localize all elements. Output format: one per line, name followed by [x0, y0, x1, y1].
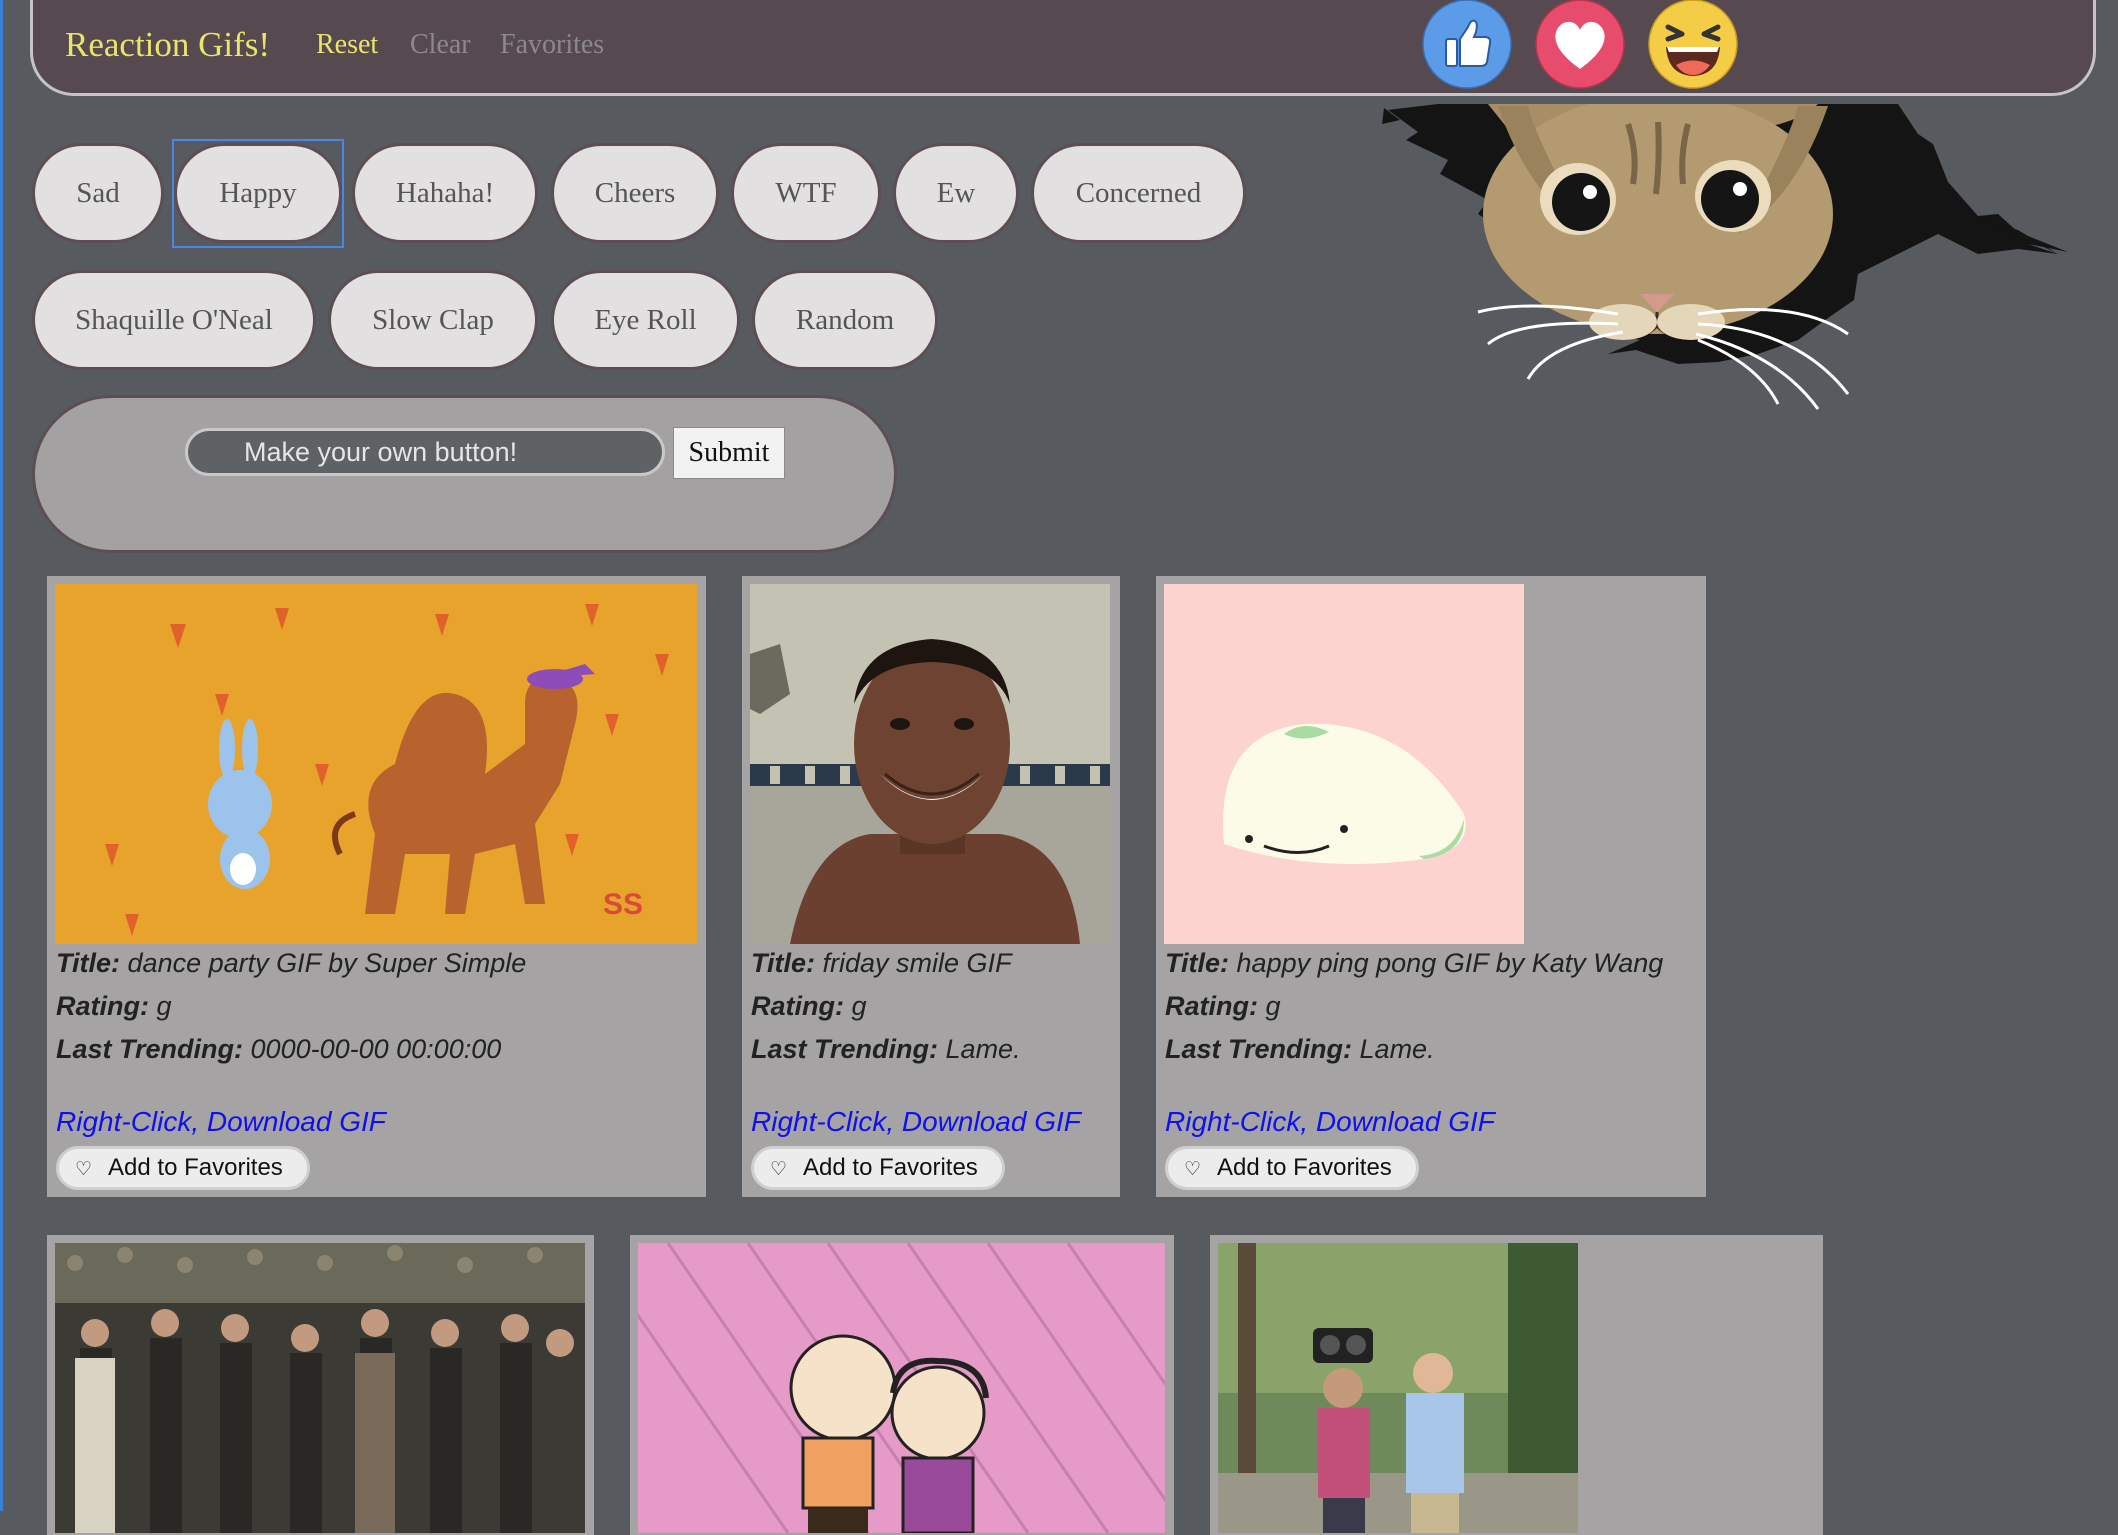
add-to-favorites-button[interactable]: ♡ Add to Favorites: [751, 1146, 1005, 1190]
gif-card: [630, 1235, 1174, 1535]
nav-clear-link[interactable]: Clear: [410, 29, 471, 61]
gif-title-line: Title: friday smile GIF: [751, 948, 1012, 979]
gif-rating: g: [1265, 991, 1281, 1021]
gif-rating-label: Rating:: [56, 991, 149, 1021]
topic-button-ew[interactable]: Ew: [893, 143, 1019, 243]
gif-card: SS Title: dance party GIF by Super Simpl…: [47, 576, 706, 1197]
gif-rating: g: [156, 991, 172, 1021]
gif-title: friday smile GIF: [822, 948, 1012, 978]
gif-image-peanuts-dance: [638, 1243, 1165, 1533]
gif-title: dance party GIF by Super Simple: [127, 948, 527, 978]
heart-icon[interactable]: [1535, 0, 1625, 89]
gif-trending-line: Last Trending: 0000-00-00 00:00:00: [56, 1034, 501, 1065]
gif-image-dance-party: SS: [55, 584, 697, 944]
window-edge: [0, 0, 3, 1511]
gif-title-label: Title:: [1165, 948, 1230, 978]
heart-outline-icon: ♡: [75, 1159, 93, 1180]
add-to-favorites-label: Add to Favorites: [108, 1154, 283, 1181]
topic-button-concerned[interactable]: Concerned: [1031, 143, 1246, 243]
gif-title-label: Title:: [56, 948, 121, 978]
topic-button-cheers[interactable]: Cheers: [551, 143, 719, 243]
gif-trending-line: Last Trending: Lame.: [1165, 1034, 1435, 1065]
svg-text:SS: SS: [603, 888, 643, 921]
heart-outline-icon: ♡: [770, 1159, 788, 1180]
download-gif-link[interactable]: Right-Click, Download GIF: [751, 1106, 1081, 1138]
add-to-favorites-label: Add to Favorites: [1217, 1154, 1392, 1181]
gif-card: Title: happy ping pong GIF by Katy Wang …: [1156, 576, 1706, 1197]
gif-title: happy ping pong GIF by Katy Wang: [1236, 948, 1664, 978]
cat-peeking-illustration: [1378, 94, 2068, 424]
custom-button-form: Submit: [32, 395, 897, 553]
topic-button-eye-roll[interactable]: Eye Roll: [551, 270, 740, 370]
gif-last-trending: 0000-00-00 00:00:00: [250, 1034, 502, 1064]
topic-button-happy[interactable]: Happy: [174, 143, 342, 243]
gif-image-party-crowd: [55, 1243, 585, 1533]
nav-reset-link[interactable]: Reset: [316, 29, 378, 61]
gif-trending-label: Last Trending:: [1165, 1034, 1353, 1064]
gif-image-friday-smile: [750, 584, 1110, 944]
topic-button-hahaha[interactable]: Hahaha!: [352, 143, 538, 243]
gif-rating-line: Rating: g: [1165, 991, 1281, 1022]
gif-title-label: Title:: [751, 948, 816, 978]
add-to-favorites-button[interactable]: ♡ Add to Favorites: [56, 1146, 310, 1190]
gif-rating-line: Rating: g: [56, 991, 172, 1022]
download-gif-link[interactable]: Right-Click, Download GIF: [56, 1106, 386, 1138]
gif-card: [47, 1235, 594, 1535]
submit-button[interactable]: Submit: [673, 427, 785, 479]
gif-title-line: Title: dance party GIF by Super Simple: [56, 948, 526, 979]
gif-rating-line: Rating: g: [751, 991, 867, 1022]
gif-rating: g: [851, 991, 867, 1021]
gif-last-trending: Lame.: [1359, 1034, 1435, 1064]
gif-rating-label: Rating:: [751, 991, 844, 1021]
add-to-favorites-button[interactable]: ♡ Add to Favorites: [1165, 1146, 1419, 1190]
gif-last-trending: Lame.: [945, 1034, 1021, 1064]
thumbs-up-icon[interactable]: [1422, 0, 1512, 89]
gif-rating-label: Rating:: [1165, 991, 1258, 1021]
navbar: Reaction Gifs! Reset Clear Favorites: [30, 0, 2096, 96]
heart-outline-icon: ♡: [1184, 1159, 1202, 1180]
topic-button-sad[interactable]: Sad: [32, 143, 164, 243]
nav-favorites-link[interactable]: Favorites: [500, 29, 604, 61]
gif-card: [1210, 1235, 1823, 1535]
gif-image-boombox-walk: [1218, 1243, 1578, 1533]
gif-image-happy-ping-pong: [1164, 584, 1524, 944]
gif-trending-line: Last Trending: Lame.: [751, 1034, 1021, 1065]
add-to-favorites-label: Add to Favorites: [803, 1154, 978, 1181]
custom-button-input[interactable]: [185, 428, 665, 476]
download-gif-link[interactable]: Right-Click, Download GIF: [1165, 1106, 1495, 1138]
gif-title-line: Title: happy ping pong GIF by Katy Wang: [1165, 948, 1663, 979]
topic-button-shaquille-oneal[interactable]: Shaquille O'Neal: [32, 270, 316, 370]
topic-button-slow-clap[interactable]: Slow Clap: [328, 270, 538, 370]
topic-button-wtf[interactable]: WTF: [731, 143, 881, 243]
laughing-face-icon[interactable]: [1648, 0, 1738, 89]
brand-title[interactable]: Reaction Gifs!: [65, 25, 270, 65]
gif-trending-label: Last Trending:: [56, 1034, 244, 1064]
gif-trending-label: Last Trending:: [751, 1034, 939, 1064]
topic-button-random[interactable]: Random: [752, 270, 938, 370]
gif-card: Title: friday smile GIF Rating: g Last T…: [742, 576, 1120, 1197]
